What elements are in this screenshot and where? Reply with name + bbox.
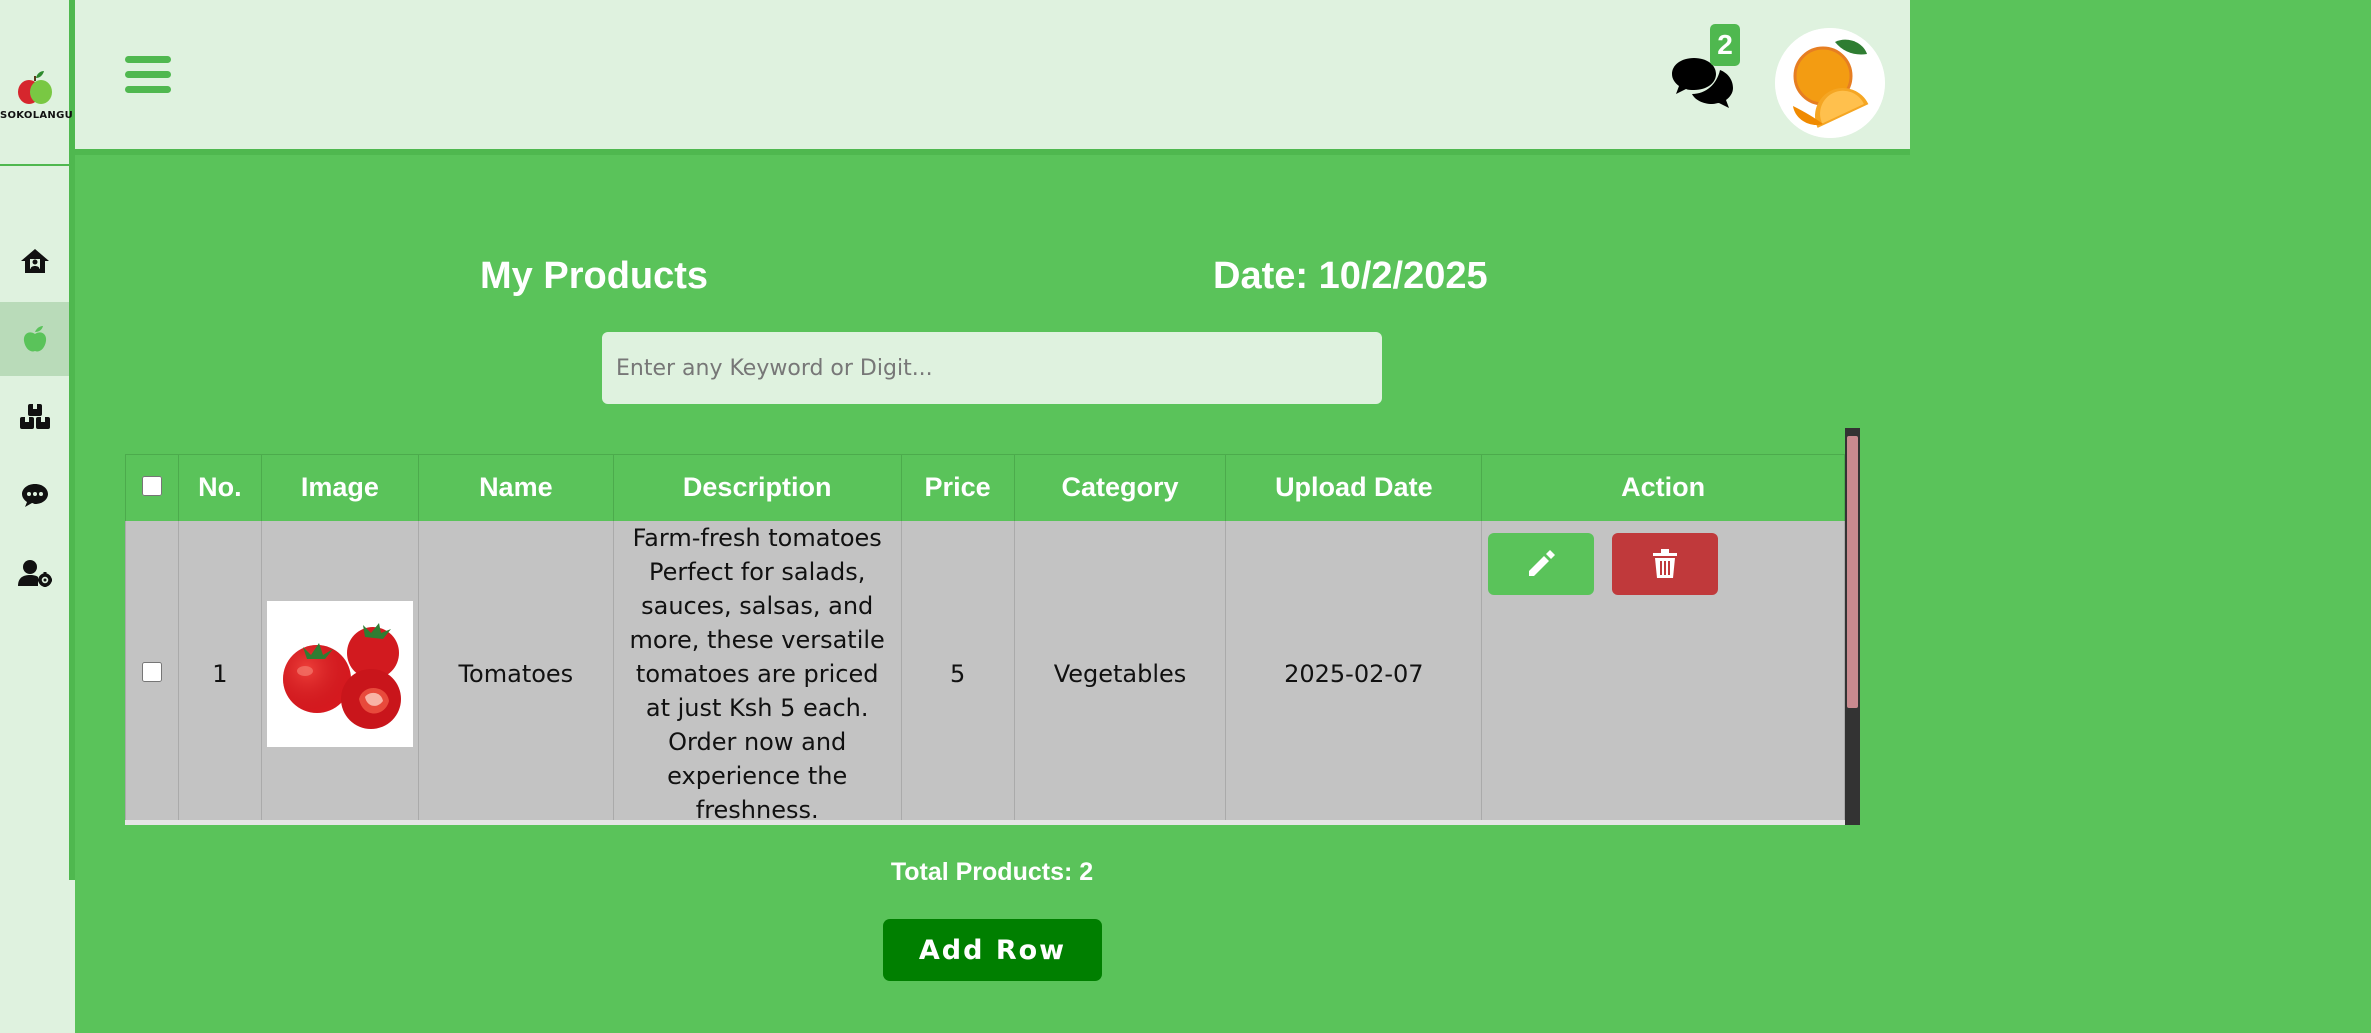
row-price: 5 xyxy=(900,520,1015,825)
table-row: 1 Tomatoes Farm-fresh tomatoes Perfect f… xyxy=(125,520,1845,825)
column-header-image[interactable]: Image xyxy=(260,454,419,521)
column-header-upload-date[interactable]: Upload Date xyxy=(1225,454,1483,521)
apple-logo-icon xyxy=(17,71,52,104)
column-header-no[interactable]: No. xyxy=(177,454,262,521)
sidebar-panel: SOKOLANGU xyxy=(0,0,75,880)
row-upload-date: 2025-02-07 xyxy=(1225,520,1483,825)
boxes-icon xyxy=(19,404,50,429)
sidebar-item-home[interactable] xyxy=(0,224,69,298)
edit-button[interactable] xyxy=(1488,532,1595,595)
messages-button[interactable]: 2 xyxy=(1670,22,1750,112)
hamburger-icon[interactable] xyxy=(125,56,173,104)
avatar[interactable] xyxy=(1775,28,1885,138)
select-all-cell xyxy=(125,454,179,521)
search-input[interactable] xyxy=(602,332,1382,404)
chat-icon xyxy=(21,484,48,507)
next-row-edge xyxy=(125,820,1845,825)
trash-icon xyxy=(1653,548,1678,578)
products-table-container: No. Image Name Description Price Categor… xyxy=(125,428,1860,825)
apple-icon xyxy=(23,326,46,352)
logo-text: SOKOLANGU xyxy=(0,110,74,121)
row-image-cell xyxy=(260,520,419,825)
row-select-cell xyxy=(125,520,179,825)
sidebar-divider xyxy=(0,164,69,166)
user-settings-icon xyxy=(17,560,52,587)
column-header-action: Action xyxy=(1481,454,1845,521)
column-header-category[interactable]: Category xyxy=(1013,454,1227,521)
row-category: Vegetables xyxy=(1013,520,1227,825)
row-number: 1 xyxy=(177,520,262,825)
sidebar-item-products[interactable] xyxy=(0,302,69,376)
orange-avatar-icon xyxy=(1775,28,1885,138)
row-name: Tomatoes xyxy=(417,520,614,825)
current-date: Date: 10/2/2025 xyxy=(1213,255,1488,297)
row-actions xyxy=(1481,520,1845,825)
pencil-icon xyxy=(1529,549,1556,576)
delete-button[interactable] xyxy=(1612,532,1719,595)
page-title: My Products xyxy=(480,255,709,297)
row-description: Farm-fresh tomatoes Perfect for salads, … xyxy=(612,520,902,825)
table-header-row: No. Image Name Description Price Categor… xyxy=(125,454,1845,521)
products-table: No. Image Name Description Price Categor… xyxy=(125,454,1845,825)
add-row-button[interactable]: Add Row xyxy=(883,919,1102,981)
row-checkbox[interactable] xyxy=(141,661,162,682)
total-products: Total Products: 2 xyxy=(890,858,1094,886)
home-icon xyxy=(20,249,49,273)
column-header-description[interactable]: Description xyxy=(612,454,902,521)
column-header-price[interactable]: Price xyxy=(900,454,1015,521)
top-header: 2 xyxy=(75,0,1910,155)
sidebar-item-account[interactable] xyxy=(0,536,69,610)
select-all-checkbox[interactable] xyxy=(141,476,162,497)
sidebar-item-inventory[interactable] xyxy=(0,380,69,454)
tomatoes-image[interactable] xyxy=(266,600,413,747)
messages-badge: 2 xyxy=(1710,24,1740,66)
sidebar-item-messages[interactable] xyxy=(0,458,69,532)
logo[interactable]: SOKOLANGU xyxy=(0,70,74,121)
column-header-name[interactable]: Name xyxy=(417,454,614,521)
scrollbar-thumb[interactable] xyxy=(1847,436,1858,708)
table-scrollbar[interactable] xyxy=(1845,428,1860,825)
